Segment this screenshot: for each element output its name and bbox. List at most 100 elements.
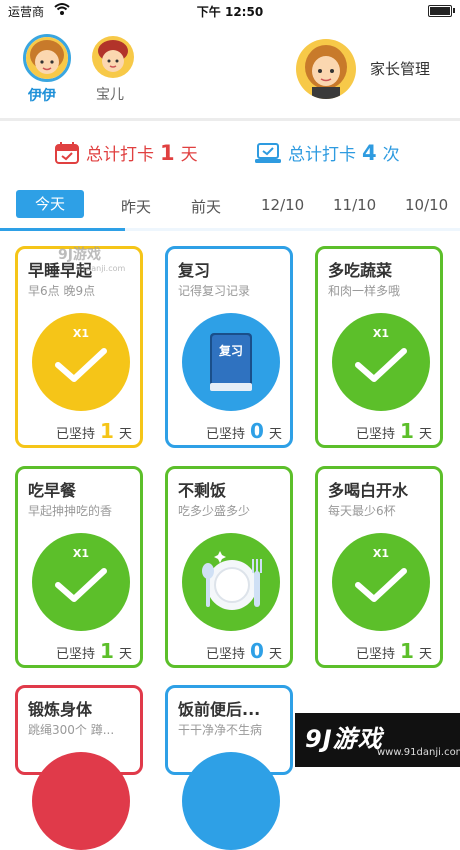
header-divider: [0, 118, 460, 121]
check-icon: [55, 348, 107, 382]
brand-url: www.91danji.com: [377, 747, 460, 758]
total-days: 总计打卡 1 天: [54, 140, 198, 165]
checkin-count-badge: X1: [72, 327, 90, 340]
habit-subtitle: 和肉一样多哦: [328, 284, 401, 298]
checkin-count-badge: X1: [372, 547, 390, 560]
kid-name-yiyi[interactable]: 伊伊: [28, 85, 56, 105]
checkin-button[interactable]: X1: [332, 313, 430, 411]
plate-utensils-icon: [202, 551, 262, 610]
parent-management-link[interactable]: 家长管理: [370, 58, 430, 79]
total-days-unit: 天: [180, 145, 198, 165]
streak-prefix: 已坚持: [356, 647, 396, 662]
tab-11-10[interactable]: 11/10: [333, 196, 376, 214]
checkin-count-badge: X1: [372, 327, 390, 340]
parent-avatar[interactable]: [296, 39, 356, 99]
habit-subtitle: 早6点 晚9点: [28, 284, 96, 298]
status-bar: 运营商 下午 12:50: [0, 0, 460, 22]
habit-card-early-sleep[interactable]: 早睡早起 早6点 晚9点 X1 已坚持 1 天: [15, 246, 143, 448]
streak-value: 0: [250, 639, 264, 663]
streak-prefix: 已坚持: [206, 427, 246, 442]
streak-counter: 已坚持 1 天: [356, 419, 432, 443]
habit-card-breakfast[interactable]: 吃早餐 早起抻抻吃的香 X1 已坚持 1 天: [15, 466, 143, 668]
streak-counter: 已坚持 0 天: [206, 639, 282, 663]
kid-avatar-yiyi[interactable]: [23, 34, 71, 82]
total-times-label: 总计打卡: [288, 145, 356, 165]
habit-title: 不剩饭: [178, 481, 227, 500]
checkin-button[interactable]: [182, 533, 280, 631]
tab-indicator: [0, 228, 125, 231]
total-times-unit: 次: [382, 145, 400, 165]
streak-unit: 天: [418, 647, 432, 662]
brand-logo: 9J游戏 www.91danji.com: [295, 713, 460, 767]
habit-title: 多吃蔬菜: [328, 261, 393, 280]
habit-title: 复习: [178, 261, 211, 280]
habit-title: 饭前便后...: [178, 700, 261, 719]
total-days-value: 1: [160, 140, 175, 165]
checkin-button[interactable]: X1: [332, 533, 430, 631]
habit-subtitle: 吃多少盛多少: [178, 504, 251, 518]
kid-avatar-baoer[interactable]: [92, 36, 134, 78]
date-tabs: 今天 昨天 前天 12/10 11/10 10/10: [0, 190, 460, 231]
streak-unit: 天: [118, 427, 132, 442]
habit-subtitle: 早起抻抻吃的香: [28, 504, 113, 518]
tab-day-before[interactable]: 前天: [191, 196, 221, 217]
streak-prefix: 已坚持: [56, 647, 96, 662]
streak-prefix: 已坚持: [206, 647, 246, 662]
checkin-button[interactable]: X1: [32, 313, 130, 411]
streak-value: 1: [400, 639, 414, 663]
streak-counter: 已坚持 1 天: [56, 419, 132, 443]
girl-face-icon: [26, 37, 68, 79]
habit-card-exercise[interactable]: 锻炼身体 跳绳300个 蹲...: [15, 685, 143, 850]
brand-logo-text: 9J游戏: [305, 725, 383, 753]
streak-unit: 天: [268, 647, 282, 662]
book-label: 复习: [218, 343, 243, 358]
streak-unit: 天: [418, 427, 432, 442]
streak-prefix: 已坚持: [56, 427, 96, 442]
battery-icon: [428, 5, 455, 17]
check-icon: [55, 568, 107, 602]
clock: 下午 12:50: [196, 5, 264, 19]
total-times: 总计打卡 4 次: [254, 140, 400, 165]
habit-title: 多喝白开水: [328, 481, 409, 500]
streak-unit: 天: [268, 427, 282, 442]
total-days-label: 总计打卡: [86, 145, 154, 165]
laptop-check-icon: [255, 142, 281, 163]
habit-card-wash-hands[interactable]: 饭前便后... 干干净净不生病: [165, 685, 293, 850]
streak-unit: 天: [118, 647, 132, 662]
check-icon: [355, 348, 407, 382]
total-times-value: 4: [362, 140, 377, 165]
streak-prefix: 已坚持: [356, 427, 396, 442]
checkin-button[interactable]: 复习: [182, 313, 280, 411]
calendar-icon: [55, 141, 79, 164]
streak-value: 1: [100, 639, 114, 663]
habit-card-water[interactable]: 多喝白开水 每天最少6杯 X1 已坚持 1 天: [315, 466, 443, 668]
streak-counter: 已坚持 0 天: [206, 419, 282, 443]
habit-card-clean-plate[interactable]: 不剩饭 吃多少盛多少 已坚持 0 天: [165, 466, 293, 668]
tab-track: [125, 228, 460, 231]
tab-10-10[interactable]: 10/10: [405, 196, 448, 214]
checkin-count-badge: X1: [72, 547, 90, 560]
streak-value: 0: [250, 419, 264, 443]
streak-value: 1: [100, 419, 114, 443]
streak-value: 1: [400, 419, 414, 443]
habit-subtitle: 跳绳300个 蹲...: [28, 723, 115, 737]
habit-title: 吃早餐: [28, 481, 77, 500]
tab-yesterday[interactable]: 昨天: [121, 196, 151, 217]
habit-subtitle: 每天最少6杯: [328, 504, 396, 518]
checkin-button[interactable]: X1: [32, 533, 130, 631]
streak-counter: 已坚持 1 天: [356, 639, 432, 663]
habit-title: 锻炼身体: [28, 700, 93, 719]
streak-counter: 已坚持 1 天: [56, 639, 132, 663]
parent-face-icon: [296, 39, 356, 99]
habit-subtitle: 记得复习记录: [178, 284, 251, 298]
kid-name-baoer[interactable]: 宝儿: [96, 84, 124, 104]
watermark-url: 91danji.com: [76, 264, 126, 273]
habit-card-review[interactable]: 复习 记得复习记录 复习 已坚持 0 天: [165, 246, 293, 448]
boy-face-icon: [92, 36, 134, 78]
review-book-icon: 复习: [210, 333, 252, 391]
watermark-logo: 9J游戏 91danji.com: [58, 244, 125, 273]
tab-12-10[interactable]: 12/10: [261, 196, 304, 214]
tab-today[interactable]: 今天: [16, 190, 84, 218]
habit-card-vegetables[interactable]: 多吃蔬菜 和肉一样多哦 X1 已坚持 1 天: [315, 246, 443, 448]
check-icon: [355, 568, 407, 602]
